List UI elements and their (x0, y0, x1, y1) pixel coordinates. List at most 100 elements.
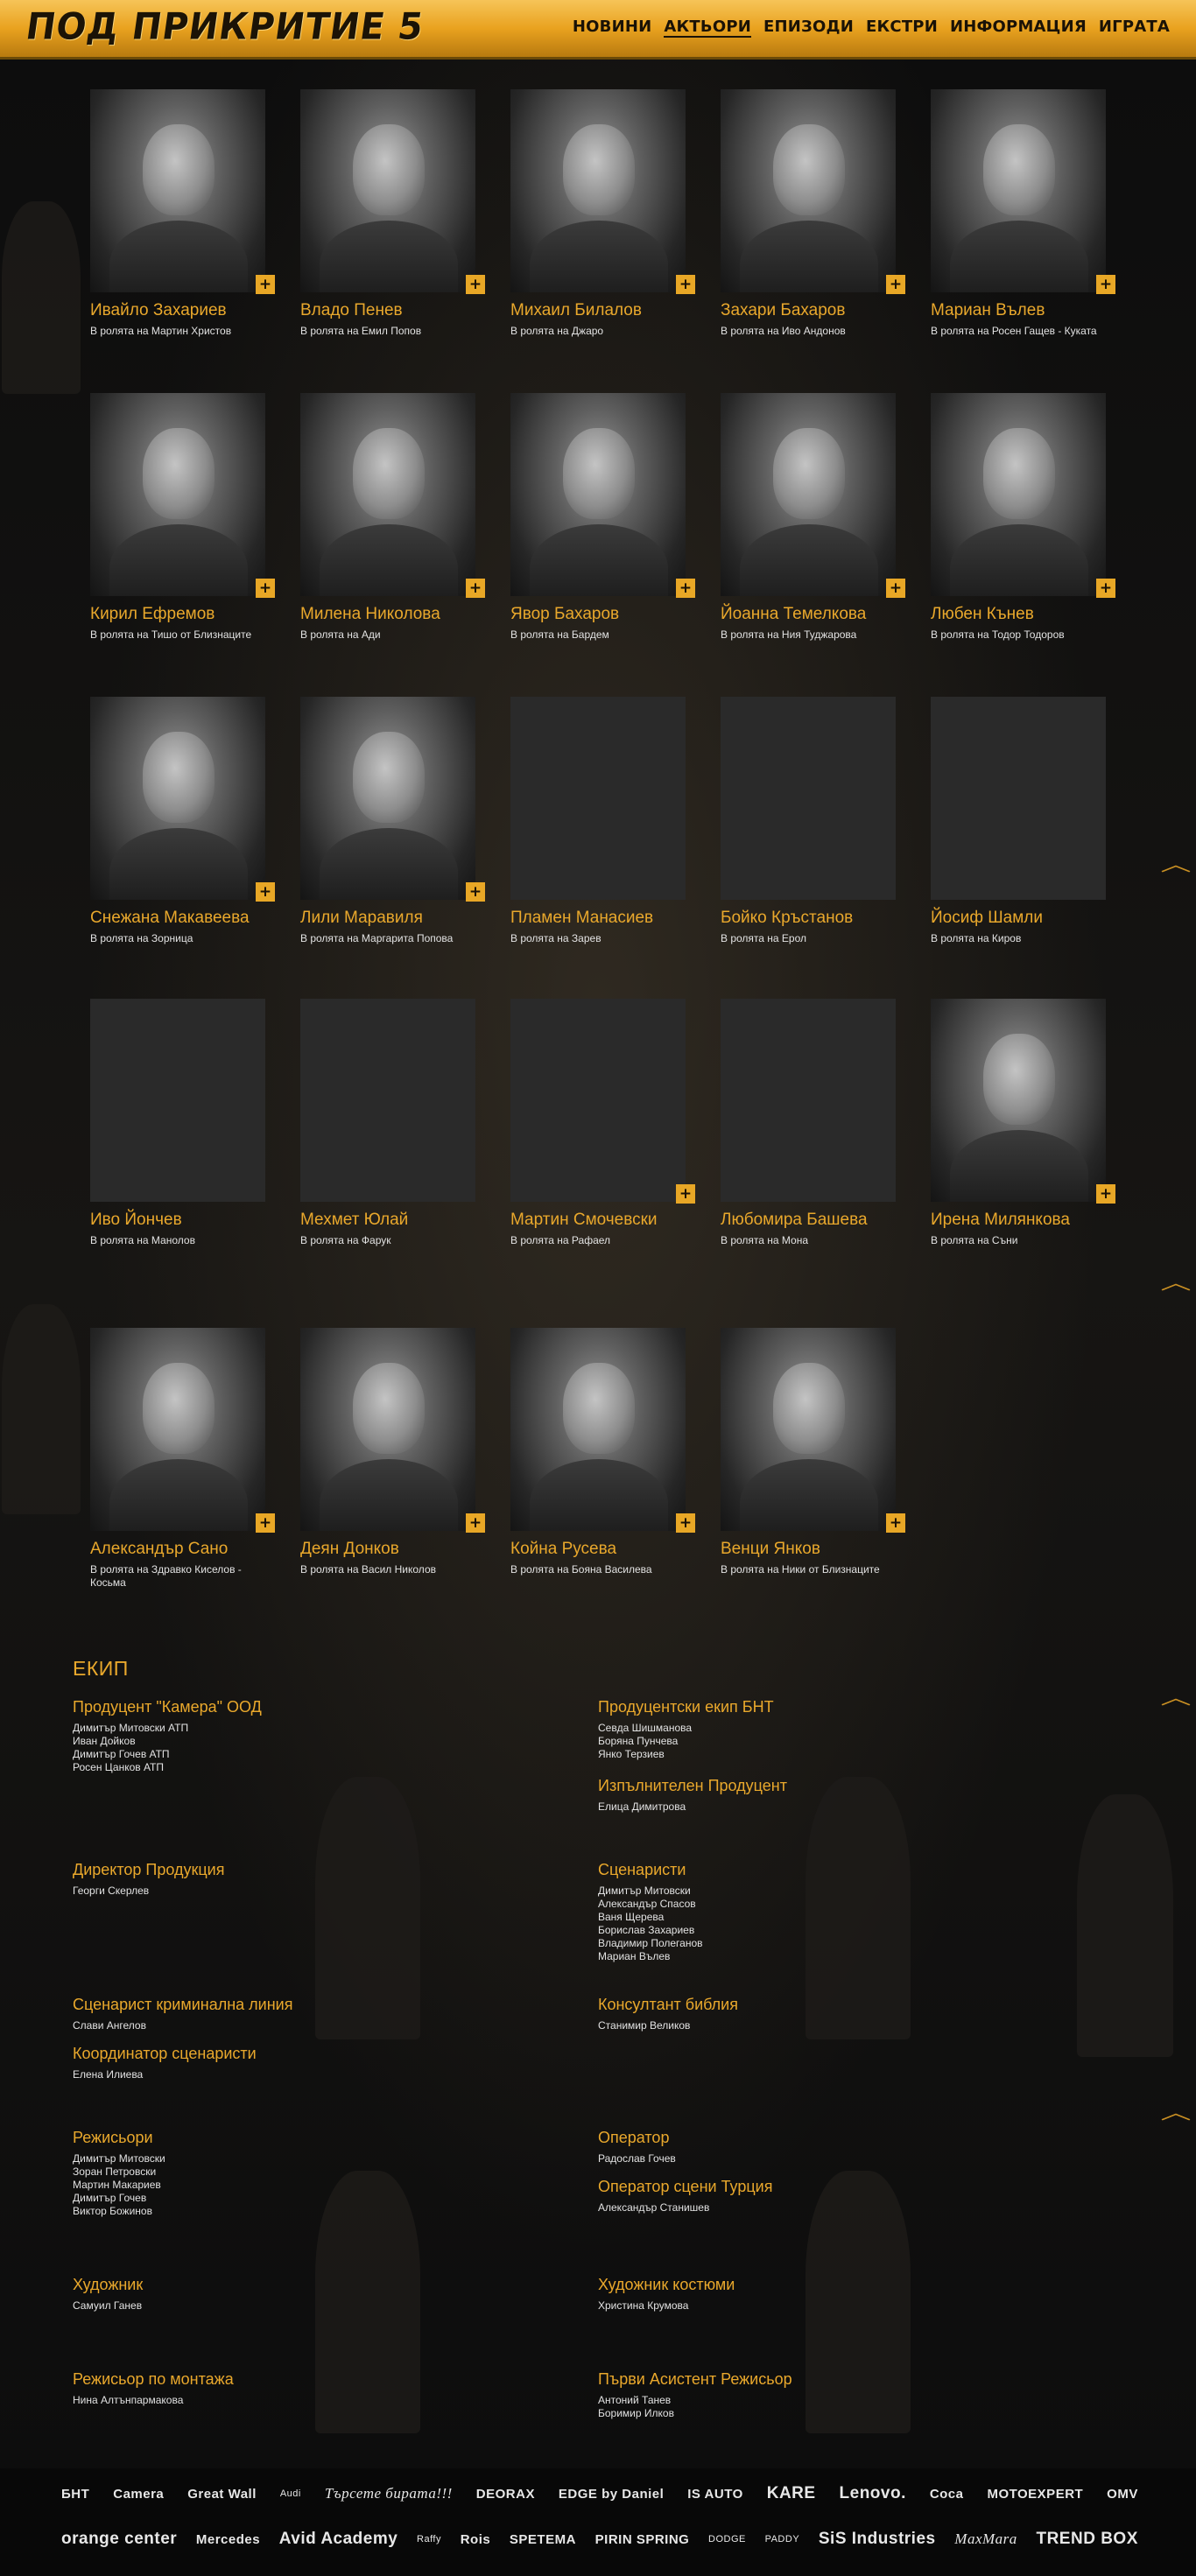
actor-photo-placeholder[interactable] (721, 697, 896, 900)
scroll-up-icon[interactable]: ︿ (1160, 1274, 1191, 1294)
expand-plus-icon[interactable]: + (1096, 1184, 1115, 1204)
sponsor-logo[interactable]: Audi (280, 2488, 301, 2499)
sponsor-logo[interactable]: OMV (1107, 2487, 1138, 2502)
actor-name[interactable]: Венци Янков (721, 1540, 897, 1559)
actor-name[interactable]: Пламен Манасиев (510, 909, 687, 928)
expand-plus-icon[interactable]: + (466, 579, 485, 598)
actor-photo[interactable] (510, 89, 686, 292)
actor-name[interactable]: Михаил Билалов (510, 301, 687, 320)
actor-photo[interactable] (90, 393, 265, 596)
actor-card[interactable]: Любомира Башева В ролята на Мона (721, 999, 897, 1247)
actor-card[interactable]: Ивайло Захариев В ролята на Мартин Христо… (90, 89, 275, 338)
actor-photo[interactable] (931, 89, 1106, 292)
actor-card[interactable]: Йосиф Шамли В ролята на Киров (931, 697, 1108, 945)
actor-name[interactable]: Койна Русева (510, 1540, 687, 1559)
nav-game[interactable]: ИГРАТА (1099, 18, 1170, 38)
scroll-up-icon[interactable]: ︿ (1160, 2104, 1191, 2123)
actor-card[interactable]: Мартин Смочевски В ролята на Рафаел + (510, 999, 695, 1247)
expand-plus-icon[interactable]: + (886, 1513, 905, 1533)
actor-name[interactable]: Ивайло Захариев (90, 301, 267, 320)
actor-card[interactable]: Ирена Милянкова В ролята на Съни + (931, 999, 1115, 1247)
expand-plus-icon[interactable]: + (676, 1184, 695, 1204)
actor-photo[interactable] (300, 89, 475, 292)
actor-name[interactable]: Ирена Милянкова (931, 1211, 1108, 1230)
actor-card[interactable]: Мехмет Юлай В ролята на Фарук (300, 999, 477, 1247)
expand-plus-icon[interactable]: + (256, 1513, 275, 1533)
nav-info[interactable]: ИНФОРМАЦИЯ (950, 18, 1087, 38)
actor-card[interactable]: Михаил Билалов В ролята на Джаро + (510, 89, 695, 338)
actor-photo[interactable] (510, 1328, 686, 1531)
actor-photo[interactable] (721, 393, 896, 596)
sponsor-logo[interactable]: DODGE (708, 2534, 746, 2544)
actor-card[interactable]: Милена Николова В ролята на Ади + (300, 393, 485, 642)
actor-name[interactable]: Любен Кънев (931, 605, 1108, 624)
sponsor-logo[interactable]: Търсете бирата!!! (325, 2485, 453, 2502)
expand-plus-icon[interactable]: + (466, 882, 485, 902)
actor-name[interactable]: Снежана Макавеева (90, 909, 267, 928)
actor-photo[interactable] (510, 393, 686, 596)
sponsor-logo[interactable]: PIRIN SPRING (595, 2532, 690, 2547)
expand-plus-icon[interactable]: + (256, 579, 275, 598)
actor-photo-placeholder[interactable] (300, 999, 475, 1202)
actor-card[interactable]: Любен Кънев В ролята на Тодор Тодоров + (931, 393, 1115, 642)
sponsor-logo[interactable]: DEORAX (476, 2487, 535, 2502)
sponsor-logo[interactable]: orange center (61, 2530, 177, 2549)
expand-plus-icon[interactable]: + (1096, 579, 1115, 598)
actor-photo-placeholder[interactable] (931, 697, 1106, 900)
actor-card[interactable]: Иво Йончев В ролята на Манолов (90, 999, 267, 1247)
expand-plus-icon[interactable]: + (676, 579, 695, 598)
actor-card[interactable]: Пламен Манасиев В ролята на Зарев (510, 697, 687, 945)
actor-name[interactable]: Владо Пенев (300, 301, 477, 320)
actor-name[interactable]: Мехмет Юлай (300, 1211, 477, 1230)
actor-card[interactable]: Йоанна Темелкова В ролята на Ния Туджаров… (721, 393, 905, 642)
sponsor-logo[interactable]: TREND BOX (1036, 2530, 1137, 2549)
sponsor-logo[interactable]: Coca (930, 2487, 964, 2502)
actor-photo[interactable] (300, 1328, 475, 1531)
sponsor-logo[interactable]: EDGE by Daniel (559, 2487, 664, 2502)
sponsor-logo[interactable]: SPETEMA (510, 2532, 576, 2547)
expand-plus-icon[interactable]: + (256, 275, 275, 294)
sponsor-logo[interactable]: Camera (113, 2487, 164, 2502)
actor-card[interactable]: Венци Янков В ролята на Ники от Близнацит… (721, 1328, 905, 1576)
actor-name[interactable]: Мариан Вълев (931, 301, 1108, 320)
sponsor-logo[interactable]: PADDY (765, 2534, 800, 2544)
actor-photo[interactable] (721, 1328, 896, 1531)
actor-photo-placeholder[interactable] (510, 697, 686, 900)
actor-photo[interactable] (90, 697, 265, 900)
sponsor-logo[interactable]: KARE (767, 2484, 816, 2503)
actor-photo[interactable] (90, 89, 265, 292)
actor-name[interactable]: Йоанна Темелкова (721, 605, 897, 624)
sponsor-logo[interactable]: Rois (461, 2532, 491, 2547)
expand-plus-icon[interactable]: + (886, 579, 905, 598)
actor-photo[interactable] (300, 393, 475, 596)
sponsor-logo[interactable]: MOTOEXPERT (987, 2487, 1083, 2502)
sponsor-logo[interactable]: Lenovo. (840, 2484, 906, 2503)
actor-name[interactable]: Кирил Ефремов (90, 605, 267, 624)
actor-card[interactable]: Деян Донков В ролята на Васил Николов + (300, 1328, 485, 1576)
sponsor-logo[interactable]: Great Wall (187, 2487, 257, 2502)
actor-photo-placeholder[interactable] (510, 999, 686, 1202)
sponsor-logo[interactable]: SiS Industries (819, 2530, 936, 2549)
actor-card[interactable]: Снежана Макавеева В ролята на Зорница + (90, 697, 275, 945)
actor-name[interactable]: Деян Донков (300, 1540, 477, 1559)
actor-card[interactable]: Мариан Вълев В ролята на Росен Гащев - Ку… (931, 89, 1115, 338)
sponsor-logo[interactable]: IS AUTO (687, 2487, 743, 2502)
expand-plus-icon[interactable]: + (676, 275, 695, 294)
actor-photo[interactable] (931, 393, 1106, 596)
actor-card[interactable]: Владо Пенев В ролята на Емил Попов + (300, 89, 485, 338)
actor-name[interactable]: Захари Бахаров (721, 301, 897, 320)
sponsor-logo[interactable]: Mercedes (196, 2532, 260, 2547)
actor-name[interactable]: Любомира Башева (721, 1211, 897, 1230)
expand-plus-icon[interactable]: + (886, 275, 905, 294)
sponsor-logo[interactable]: MaxMara (954, 2530, 1017, 2548)
site-logo[interactable]: ПОД ПРИКРИТИЕ 5 (24, 6, 426, 48)
actor-photo[interactable] (721, 89, 896, 292)
sponsor-logo[interactable]: Raffy (417, 2534, 441, 2544)
actor-name[interactable]: Александър Сано (90, 1540, 267, 1559)
actor-name[interactable]: Явор Бахаров (510, 605, 687, 624)
actor-name[interactable]: Иво Йончев (90, 1211, 267, 1230)
actor-name[interactable]: Лили Маравиля (300, 909, 477, 928)
actor-card[interactable]: Лили Маравиля В ролята на Маргарита Попов… (300, 697, 485, 945)
actor-card[interactable]: Явор Бахаров В ролята на Бардем + (510, 393, 695, 642)
actor-card[interactable]: Кирил Ефремов В ролята на Тишо от Близнац… (90, 393, 275, 642)
